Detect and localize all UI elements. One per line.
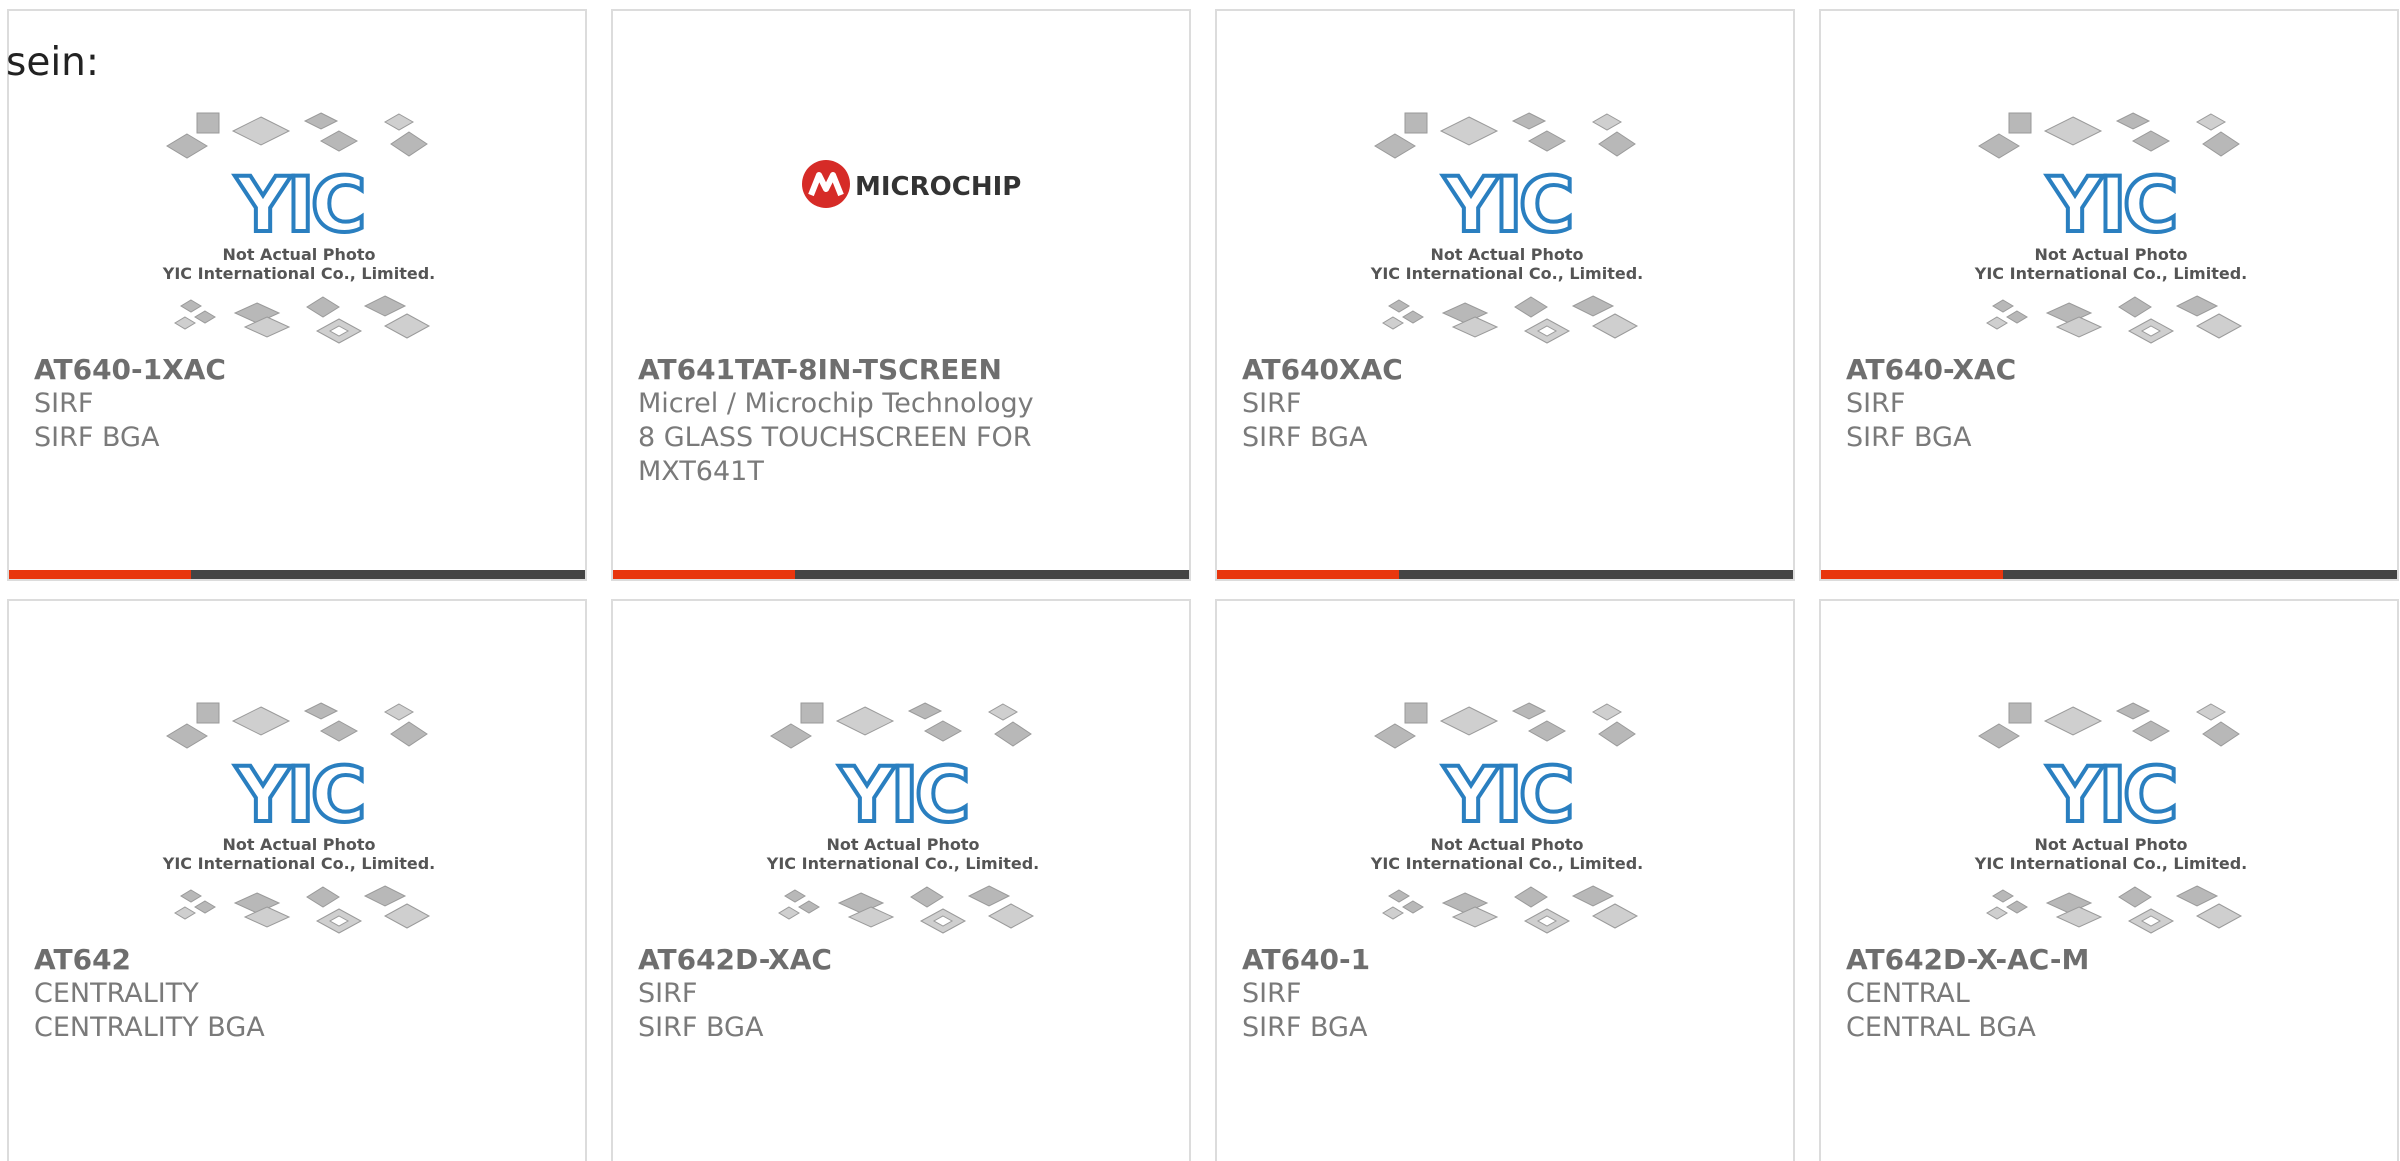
placeholder-line2: YIC International Co., Limited. [162, 264, 435, 283]
intro-text: sein: [6, 40, 100, 85]
card-bottom-bar [1821, 570, 2397, 579]
placeholder-line1: Not Actual Photo [1430, 835, 1583, 854]
card-accent-bar [613, 570, 795, 579]
microchip-logo-icon: MICROCHIP [802, 160, 1021, 208]
part-number[interactable]: AT640-1XAC [34, 353, 560, 387]
part-number[interactable]: AT642 [34, 943, 560, 977]
card-bottom-bar [613, 570, 1189, 579]
card-accent-bar [1821, 570, 2003, 579]
placeholder-line1: Not Actual Photo [2034, 245, 2187, 264]
description: SIRF BGA [1846, 422, 1972, 453]
placeholder-line1: Not Actual Photo [826, 835, 979, 854]
placeholder-line2: YIC International Co., Limited. [1974, 264, 2247, 283]
yic-placeholder-graphic: YICNot Actual PhotoYIC International Co.… [162, 112, 435, 344]
placeholder-line1: Not Actual Photo [1430, 245, 1583, 264]
yic-placeholder-graphic: YICNot Actual PhotoYIC International Co.… [1974, 702, 2247, 934]
manufacturer: SIRF [1242, 978, 1302, 1009]
product-image[interactable]: YIC Not Actual Photo YIC International Co.… [1821, 681, 2397, 951]
yic-logo-icon: YIC [2046, 750, 2174, 839]
yic-logo-icon: YIC [2046, 160, 2174, 249]
manufacturer: CENTRAL [1846, 978, 1970, 1009]
part-number[interactable]: AT640-XAC [1846, 353, 2372, 387]
manufacturer: Micrel / Microchip Technology [638, 388, 1034, 419]
description: SIRF BGA [1242, 422, 1368, 453]
product-image[interactable]: MICROCHIP [613, 91, 1189, 361]
placeholder-line2: YIC International Co., Limited. [1370, 854, 1643, 873]
manufacturer: SIRF [1242, 388, 1302, 419]
yic-placeholder-graphic: YICNot Actual PhotoYIC International Co.… [162, 702, 435, 934]
yic-placeholder-graphic: YICNot Actual PhotoYIC International Co.… [1370, 702, 1643, 934]
description: SIRF BGA [1242, 1012, 1368, 1043]
yic-placeholder-graphic: YICNot Actual PhotoYIC International Co.… [766, 702, 1039, 934]
product-card[interactable]: YIC Not Actual Photo YIC International Co.… [7, 9, 587, 581]
product-image[interactable]: YIC Not Actual Photo YIC International Co.… [9, 681, 585, 951]
yic-placeholder-graphic: YICNot Actual PhotoYIC International Co.… [1370, 112, 1643, 344]
product-card[interactable]: YIC Not Actual Photo YIC International Co.… [1215, 599, 1795, 1161]
part-number[interactable]: AT640-1 [1242, 943, 1768, 977]
part-number[interactable]: AT641TAT-8IN-TSCREEN [638, 353, 1164, 387]
product-card[interactable]: YIC Not Actual Photo YIC International Co.… [7, 599, 587, 1161]
part-number[interactable]: AT642D-XAC [638, 943, 1164, 977]
product-card[interactable]: YIC Not Actual Photo YIC International Co.… [1819, 9, 2399, 581]
card-accent-bar [9, 570, 191, 579]
placeholder-line1: Not Actual Photo [222, 245, 375, 264]
yic-logo-icon: YIC [838, 750, 966, 839]
placeholder-line2: YIC International Co., Limited. [766, 854, 1039, 873]
manufacturer: CENTRALITY [34, 978, 199, 1009]
description: CENTRALITY BGA [34, 1012, 265, 1043]
product-card[interactable]: YIC Not Actual Photo YIC International Co.… [1215, 9, 1795, 581]
yic-logo-icon: YIC [1442, 160, 1570, 249]
placeholder-line1: Not Actual Photo [2034, 835, 2187, 854]
yic-logo-icon: YIC [1442, 750, 1570, 839]
yic-logo-icon: YIC [234, 160, 362, 249]
placeholder-line2: YIC International Co., Limited. [162, 854, 435, 873]
placeholder-line1: Not Actual Photo [222, 835, 375, 854]
part-number[interactable]: AT640XAC [1242, 353, 1768, 387]
microchip-logo-text: MICROCHIP [855, 172, 1021, 202]
product-image[interactable]: YIC Not Actual Photo YIC International Co.… [1217, 681, 1793, 951]
product-grid-page: sein: YIC Not Actual Photo YIC Internation… [0, 0, 2400, 1161]
product-image[interactable]: YIC Not Actual Photo YIC International Co.… [9, 91, 585, 361]
description: SIRF BGA [34, 422, 160, 453]
description: CENTRAL BGA [1846, 1012, 2036, 1043]
yic-placeholder-graphic: YICNot Actual PhotoYIC International Co.… [1974, 112, 2247, 344]
product-image[interactable]: YIC Not Actual Photo YIC International Co.… [1217, 91, 1793, 361]
product-image[interactable]: YIC Not Actual Photo YIC International Co.… [613, 681, 1189, 951]
part-number[interactable]: AT642D-X-AC-M [1846, 943, 2372, 977]
product-image[interactable]: YIC Not Actual Photo YIC International Co.… [1821, 91, 2397, 361]
yic-logo-icon: YIC [234, 750, 362, 839]
manufacturer: SIRF [638, 978, 698, 1009]
placeholder-line2: YIC International Co., Limited. [1370, 264, 1643, 283]
manufacturer: SIRF [1846, 388, 1906, 419]
product-card[interactable]: YIC Not Actual Photo YIC International Co.… [611, 599, 1191, 1161]
description: SIRF BGA [638, 1012, 764, 1043]
card-accent-bar [1217, 570, 1399, 579]
manufacturer: SIRF [34, 388, 94, 419]
product-card[interactable]: MICROCHIP AT641TAT-8IN-TSCREEN Micrel / … [611, 9, 1191, 581]
product-card[interactable]: YIC Not Actual Photo YIC International Co.… [1819, 599, 2399, 1161]
placeholder-line2: YIC International Co., Limited. [1974, 854, 2247, 873]
card-bottom-bar [1217, 570, 1793, 579]
card-bottom-bar [9, 570, 585, 579]
description: 8 GLASS TOUCHSCREEN FOR MXT641T [638, 422, 1032, 487]
